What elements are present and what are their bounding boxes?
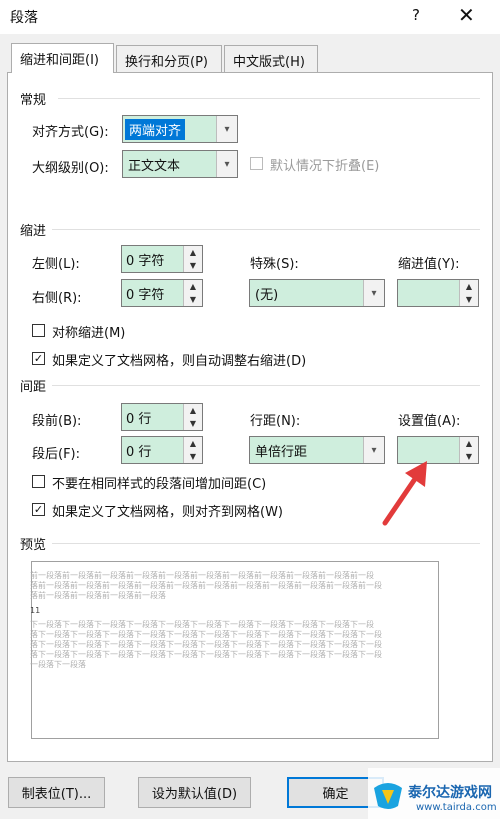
auto-adjust-checkbox[interactable]: ✓ (32, 352, 45, 365)
chevron-down-icon[interactable]: ▾ (363, 280, 384, 306)
spin-up-icon[interactable]: ▲ (459, 437, 478, 451)
special-indent-value: (无) (255, 288, 279, 303)
spin-up-icon[interactable]: ▲ (183, 280, 202, 294)
auto-adjust-label: 如果定义了文档网格，则自动调整右缩进(D) (52, 354, 307, 369)
watermark-text: 泰尔达游戏网 (408, 785, 492, 801)
preview-line: 落下一段落下一段落下一段落下一段落下一段落下一段落下一段落下一段落下一段落下一段… (30, 640, 382, 649)
watermark: 泰尔达游戏网 www.tairda.com (368, 768, 500, 819)
watermark-url: www.tairda.com (416, 802, 497, 813)
tab-line-page-breaks[interactable]: 换行和分页(P) (116, 45, 222, 73)
section-general-title: 常规 (20, 93, 47, 108)
divider (52, 229, 480, 230)
spin-down-icon[interactable]: ▼ (183, 293, 202, 306)
close-icon[interactable]: ✕ (458, 3, 475, 27)
spin-down-icon[interactable]: ▼ (183, 259, 202, 272)
chevron-down-icon[interactable]: ▾ (216, 151, 237, 177)
special-label: 特殊(S): (250, 257, 299, 272)
preview-line: 下一段落下一段落下一段落下一段落下一段落下一段落下一段落下一段落下一段落下一段落… (30, 620, 374, 629)
spin-up-icon[interactable]: ▲ (183, 404, 202, 418)
tabs-button[interactable]: 制表位(T)... (8, 777, 105, 808)
mirror-indents-checkbox[interactable] (32, 324, 45, 337)
preview-line: 落下一段落下一段落下一段落下一段落下一段落下一段落下一段落下一段落下一段落下一段… (30, 650, 382, 659)
set-default-button[interactable]: 设为默认值(D) (138, 777, 251, 808)
spin-down-icon[interactable]: ▼ (459, 293, 478, 306)
space-before-spinner[interactable]: 0 行 ▲ ▼ (121, 403, 203, 431)
special-indent-select[interactable]: (无) ▾ (249, 279, 385, 307)
outline-level-label: 大纲级别(O): (32, 161, 109, 176)
space-before-label: 段前(B): (32, 414, 82, 429)
no-space-checkbox[interactable] (32, 475, 45, 488)
divider (52, 543, 480, 544)
left-indent-label: 左侧(L): (32, 257, 80, 272)
space-before-value: 0 行 (126, 412, 152, 427)
section-spacing-title: 间距 (20, 380, 47, 395)
collapse-label: 默认情况下折叠(E) (270, 159, 380, 174)
space-after-spinner[interactable]: 0 行 ▲ ▼ (121, 436, 203, 464)
right-indent-value: 0 字符 (126, 288, 165, 303)
left-indent-spinner[interactable]: 0 字符 ▲ ▼ (121, 245, 203, 273)
spin-up-icon[interactable]: ▲ (183, 246, 202, 260)
preview-next-text: 下一段落下一段落下一段落下一段落下一段落下一段落下一段落下一段落下一段落下一段落… (30, 620, 400, 670)
section-indent-title: 缩进 (20, 224, 47, 239)
spin-down-icon[interactable]: ▼ (183, 450, 202, 463)
alignment-label: 对齐方式(G): (32, 125, 109, 140)
preview-line: 落前一段落前一段落前一段落前一段落前一段落前一段落前一段落前一段落前一段落前一段… (30, 581, 382, 590)
outline-level-select[interactable]: 正文文本 ▾ (122, 150, 238, 178)
spin-up-icon[interactable]: ▲ (459, 280, 478, 294)
dialog-title: 段落 (10, 10, 38, 26)
right-indent-label: 右侧(R): (32, 291, 82, 306)
collapse-checkbox[interactable] (250, 157, 263, 170)
indent-by-label: 缩进值(Y): (398, 257, 460, 272)
snap-to-grid-label: 如果定义了文档网格，则对齐到网格(W) (52, 505, 283, 520)
left-indent-value: 0 字符 (126, 254, 165, 269)
divider (58, 98, 480, 99)
line-spacing-label: 行距(N): (250, 414, 301, 429)
indent-by-spinner[interactable]: ▲ ▼ (397, 279, 479, 307)
space-after-value: 0 行 (126, 445, 152, 460)
preview-line: 落下一段落下一段落下一段落下一段落下一段落下一段落下一段落下一段落下一段落下一段… (30, 630, 382, 639)
preview-prev-text: 前一段落前一段落前一段落前一段落前一段落前一段落前一段落前一段落前一段落前一段落… (30, 571, 400, 601)
spin-down-icon[interactable]: ▼ (459, 450, 478, 463)
preview-line: 一段落下一段落 (30, 660, 86, 669)
snap-to-grid-checkbox[interactable]: ✓ (32, 503, 45, 516)
preview-line: 前一段落前一段落前一段落前一段落前一段落前一段落前一段落前一段落前一段落前一段落… (30, 571, 374, 580)
at-label: 设置值(A): (398, 414, 461, 429)
watermark-logo-icon (374, 783, 402, 809)
no-space-label: 不要在相同样式的段落间增加间距(C) (52, 477, 267, 492)
mirror-indents-label: 对称缩进(M) (52, 326, 126, 341)
help-icon[interactable]: ? (412, 6, 420, 24)
right-indent-spinner[interactable]: 0 字符 ▲ ▼ (121, 279, 203, 307)
preview-line: 落前一段落前一段落前一段落前一段落 (30, 591, 166, 600)
preview-sample-text: 11 (30, 606, 41, 615)
annotation-arrow-icon (382, 461, 427, 526)
outline-level-value: 正文文本 (128, 159, 181, 174)
spin-up-icon[interactable]: ▲ (183, 437, 202, 451)
title-bar (0, 0, 500, 34)
alignment-value: 两端对齐 (125, 119, 186, 140)
section-preview-title: 预览 (20, 538, 47, 553)
alignment-select[interactable]: 两端对齐 ▾ (122, 115, 238, 143)
line-spacing-select[interactable]: 单倍行距 ▾ (249, 436, 385, 464)
spin-down-icon[interactable]: ▼ (183, 417, 202, 430)
tab-asian-typography[interactable]: 中文版式(H) (224, 45, 318, 73)
tab-indents-spacing[interactable]: 缩进和间距(I) (11, 43, 114, 73)
line-spacing-value: 单倍行距 (255, 445, 308, 460)
space-after-label: 段后(F): (32, 447, 81, 462)
chevron-down-icon[interactable]: ▾ (216, 116, 237, 142)
divider (52, 385, 480, 386)
